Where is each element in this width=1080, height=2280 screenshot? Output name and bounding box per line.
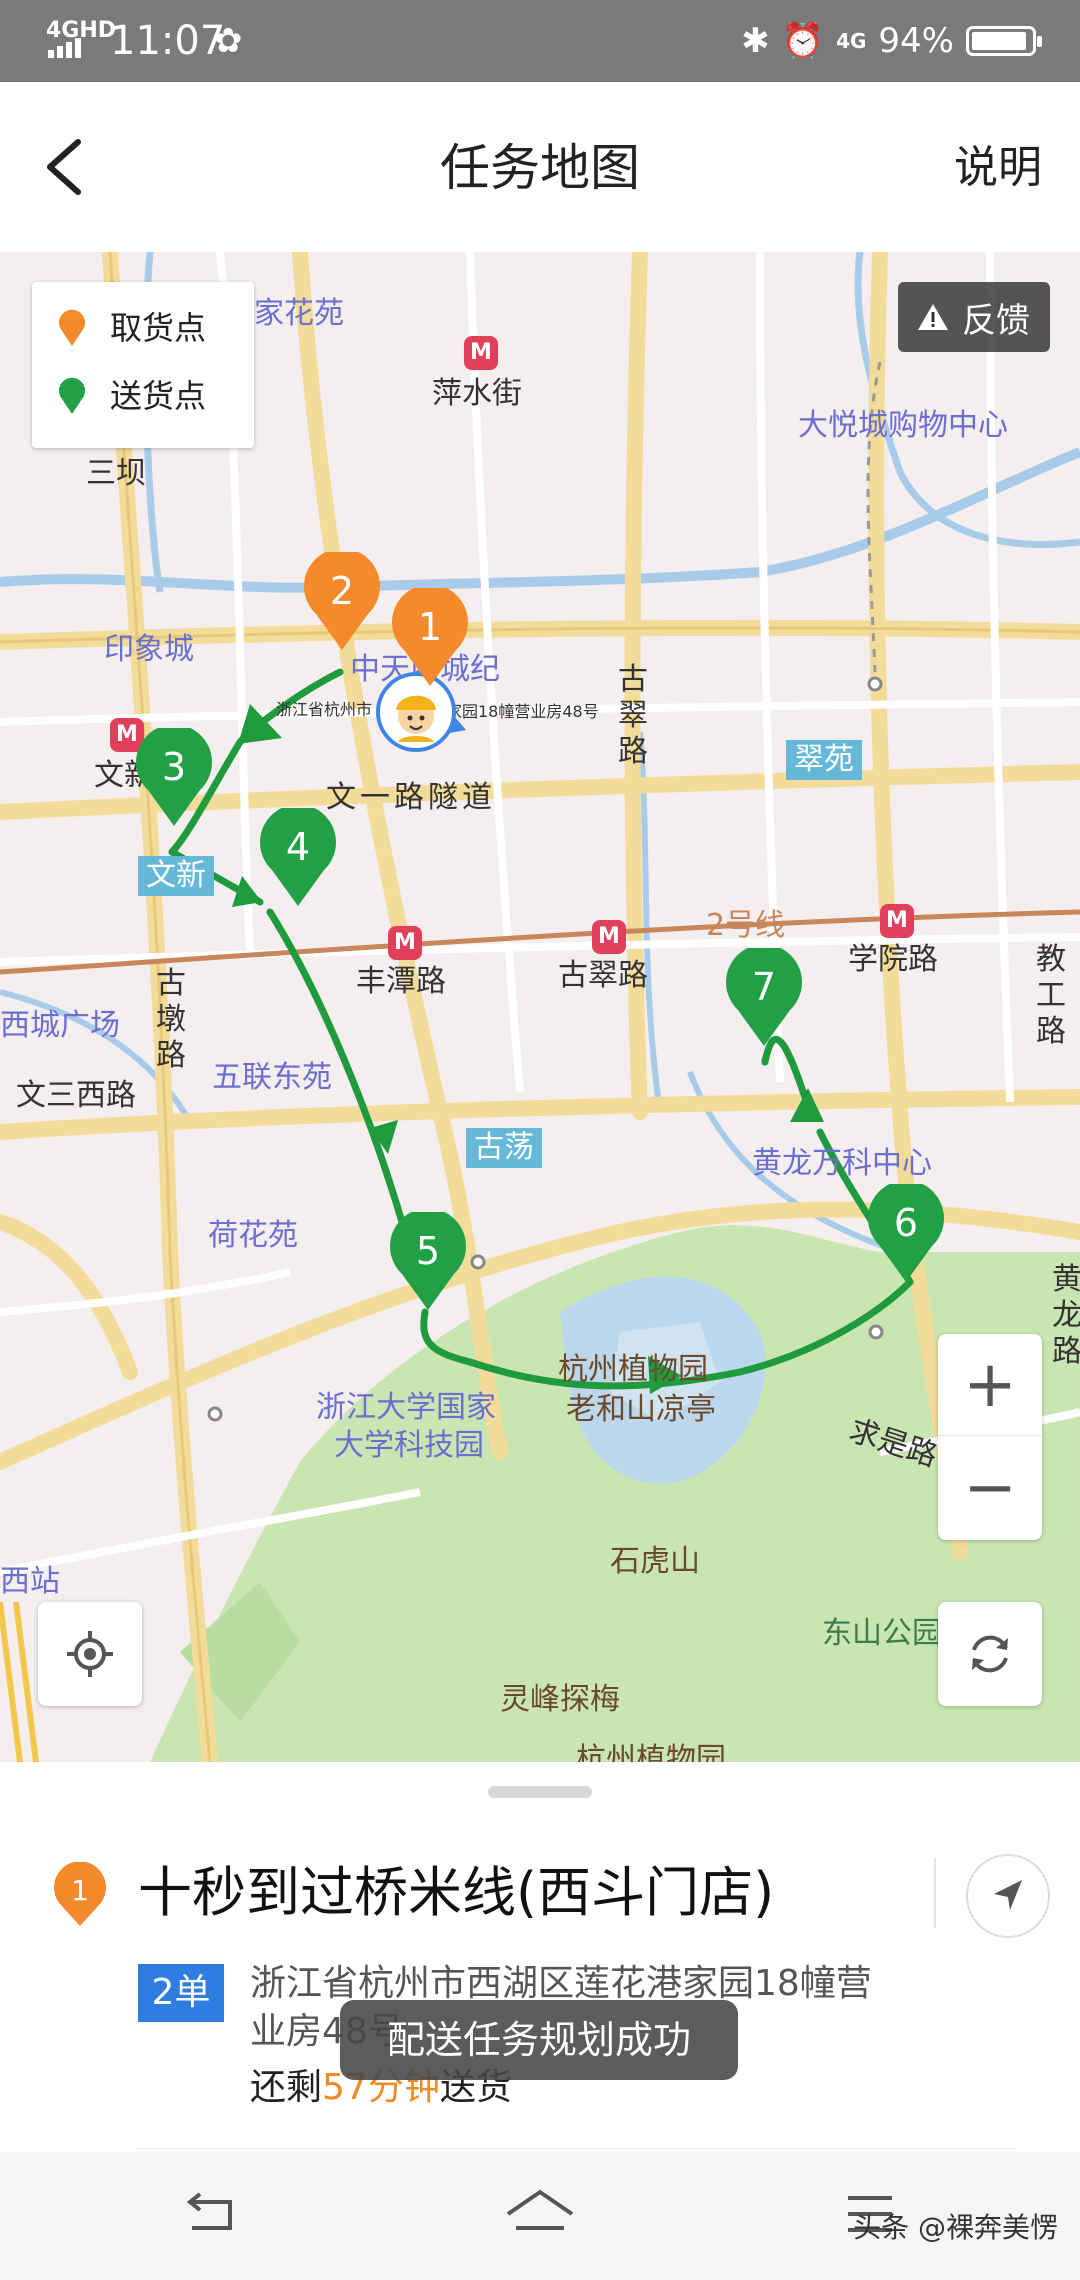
system-nav-bar: 头条 @裸奔美愣 [0, 2152, 1080, 2280]
station-label: 翠苑 [786, 740, 862, 780]
road-label: 古墩路 [156, 966, 186, 1073]
courier-address-right: 家园18幢营业房48号 [446, 702, 599, 721]
header: 任务地图 说明 [0, 82, 1080, 252]
clock: 11:07 [110, 18, 226, 64]
poi-label: 西站 [0, 1564, 60, 1599]
poi-label: 学院路 [848, 942, 938, 977]
poi-label: 荷花苑 [208, 1218, 298, 1253]
home-nav-icon[interactable] [500, 2184, 580, 2244]
metro-icon: M [388, 926, 422, 960]
fan-icon: ✿ [214, 21, 243, 61]
legend-delivery-label: 送货点 [110, 377, 207, 415]
poi-label: 大悦城购物中心 [798, 408, 1008, 443]
map-legend: 取货点 送货点 [32, 282, 254, 448]
poi-label: 黄龙万科中心 [752, 1146, 932, 1181]
feedback-label: 反馈 [962, 300, 1030, 341]
pickup-marker-1[interactable]: 1 [390, 588, 470, 688]
poi-label: 丰潭路 [356, 964, 446, 999]
line-label: 2号线 [706, 908, 786, 943]
poi-label: 家花苑 [254, 296, 344, 331]
poi-label: 杭州植物园 [558, 1352, 708, 1387]
locate-icon [67, 1631, 113, 1677]
road-label: 文三西路 [16, 1078, 136, 1113]
pickup-index-label: 1 [71, 1874, 89, 1907]
pickup-marker-label: 2 [330, 569, 354, 613]
legend-pickup-label: 取货点 [110, 309, 207, 347]
help-button[interactable]: 说明 [954, 140, 1042, 196]
zoom-in-button[interactable]: + [938, 1334, 1042, 1436]
poi-label: 杭州植物园 [576, 1742, 726, 1762]
navigation-arrow-icon [994, 1880, 1022, 1910]
poi-label: 古翠路 [558, 958, 648, 993]
delivery-marker-4[interactable]: 4 [258, 808, 338, 908]
warning-icon [918, 304, 948, 330]
courier-address-left: 浙江省杭州市 [276, 700, 373, 719]
status-bar: 4GHD 11:07 ✿ ✱ ⏰ 4G 94% [0, 0, 1080, 82]
pickup-marker-label: 1 [418, 605, 442, 649]
alarm-icon: ⏰ [781, 21, 825, 61]
delivery-marker-3[interactable]: 3 [134, 728, 214, 828]
pickup-pin-icon [59, 309, 85, 346]
battery-percent: 94% [878, 21, 954, 61]
drag-handle[interactable] [488, 1786, 592, 1798]
refresh-button[interactable] [938, 1602, 1042, 1706]
task-map[interactable]: M M M M M 家花苑 萍水街 大悦城购物中心 三坝 印象城 中天西城纪 古… [0, 252, 1080, 1762]
poi-label: 萍水街 [432, 376, 522, 411]
toast-message: 配送任务规划成功 [340, 2000, 738, 2080]
poi-label: 浙江大学国家 [316, 1390, 496, 1425]
zoom-out-button[interactable]: − [938, 1436, 1042, 1540]
refresh-icon [972, 1635, 1008, 1673]
delivery-marker-label: 5 [416, 1229, 440, 1273]
delivery-marker-label: 6 [894, 1201, 918, 1245]
signal-icon [48, 38, 81, 58]
shop-name: 十秒到过桥米线(西斗门店) [138, 1861, 775, 1924]
task-panel[interactable]: 1 十秒到过桥米线(西斗门店) 2单 浙江省杭州市西湖区莲花港家园18幢营业房4… [0, 1762, 1080, 2152]
order-count-badge: 2单 [138, 1964, 224, 2022]
station-label: 古荡 [466, 1128, 542, 1168]
poi-label: 东山公园 [822, 1616, 942, 1651]
road-label: 古翠路 [618, 662, 648, 769]
poi-label: 石虎山 [610, 1544, 700, 1579]
metro-icon: M [592, 920, 626, 954]
road-label: 黄龙路 [1052, 1262, 1080, 1369]
page-title: 任务地图 [440, 139, 640, 197]
poi-label: 西城广场 [0, 1008, 120, 1043]
zoom-control: + − [938, 1334, 1042, 1540]
divider [138, 2148, 1018, 2149]
divider [934, 1858, 936, 1928]
metro-icon: M [464, 336, 498, 370]
poi-label: 大学科技园 [334, 1428, 484, 1463]
station-label: 文新 [138, 856, 214, 896]
navigate-button[interactable] [966, 1854, 1050, 1938]
delivery-marker-7[interactable]: 7 [724, 948, 804, 1048]
poi-label: 老和山凉亭 [566, 1392, 716, 1427]
network-type-right: 4G [836, 29, 867, 53]
locate-button[interactable] [38, 1602, 142, 1706]
delivery-marker-label: 4 [286, 825, 310, 869]
delivery-marker-label: 3 [162, 745, 186, 789]
delivery-marker-6[interactable]: 6 [866, 1184, 946, 1284]
delivery-marker-label: 7 [752, 965, 776, 1009]
metro-icon: M [880, 904, 914, 938]
delivery-marker-5[interactable]: 5 [388, 1212, 468, 1312]
feedback-button[interactable]: 反馈 [898, 282, 1050, 352]
pickup-marker-2[interactable]: 2 [302, 552, 382, 652]
watermark: 头条 @裸奔美愣 [853, 2211, 1058, 2244]
delivery-pin-icon [59, 377, 85, 414]
road-label: 文一路隧道 [326, 780, 496, 815]
road-label: 教工路 [1036, 942, 1066, 1049]
bluetooth-icon: ✱ [741, 21, 770, 61]
pickup-index-marker: 1 [54, 1862, 106, 1926]
poi-label: 五联东苑 [212, 1060, 332, 1095]
poi-label: 印象城 [104, 632, 194, 667]
poi-label: 三坝 [86, 456, 146, 491]
poi-label: 灵峰探梅 [500, 1682, 620, 1717]
battery-icon [966, 26, 1042, 56]
back-nav-icon[interactable] [170, 2184, 250, 2244]
